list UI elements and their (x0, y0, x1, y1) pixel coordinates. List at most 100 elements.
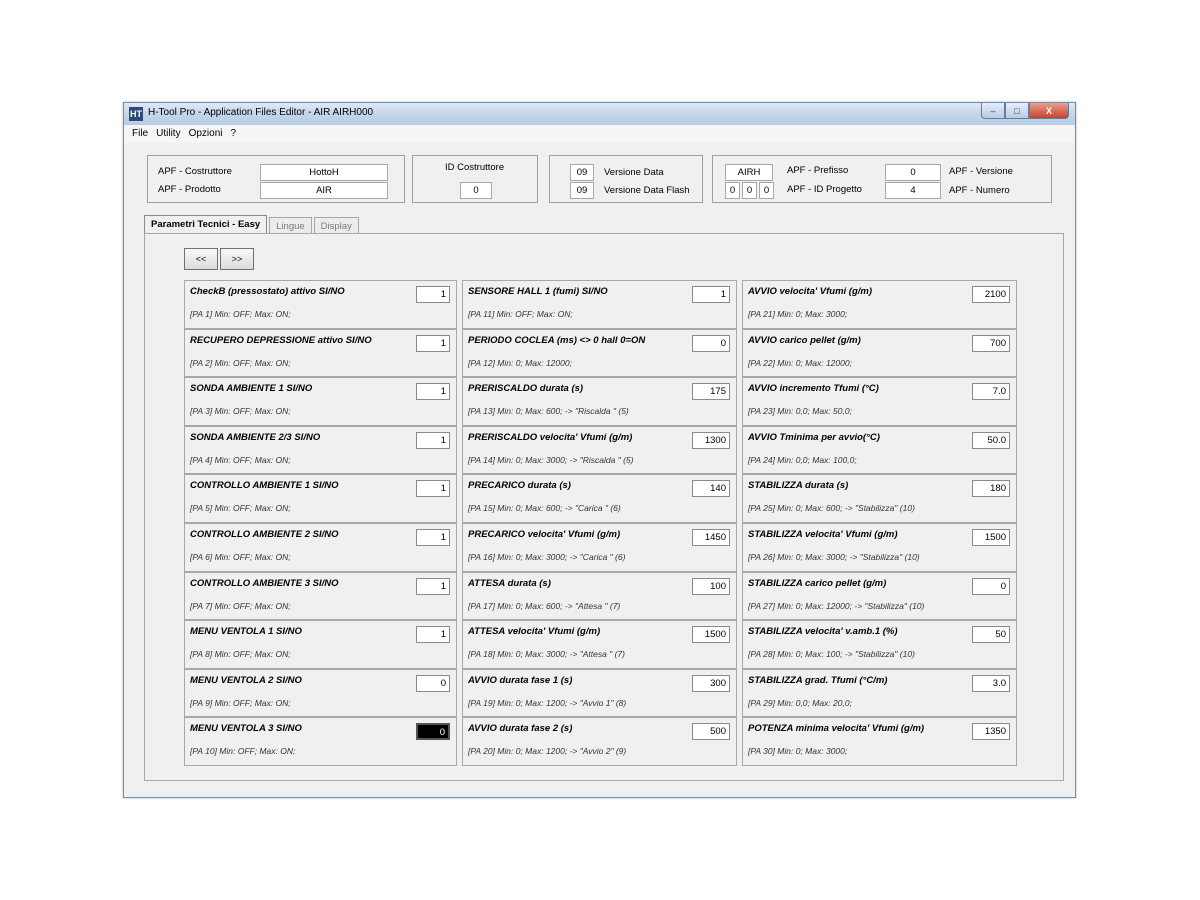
parameter-name: STABILIZZA durata (s) (748, 480, 849, 492)
parameter-value-input[interactable]: 0 (692, 334, 730, 352)
parameter-cell: CONTROLLO AMBIENTE 2 SI/NO [PA 6] Min: OF… (184, 522, 457, 572)
tab-parametri-tecnici-easy[interactable]: Parametri Tecnici - Easy (144, 215, 268, 235)
parameter-range: [PA 19] Min: 0; Max: 1200; -> "Avvio 1" … (468, 697, 627, 708)
parameter-value-input[interactable]: 1 (416, 383, 450, 401)
parameter-value-input[interactable]: 1500 (692, 626, 730, 644)
parameter-value-input[interactable]: 175 (692, 383, 730, 401)
parameter-name: ATTESA durata (s) (468, 577, 551, 589)
parameter-value-input[interactable]: 180 (972, 480, 1010, 498)
parameter-value-input[interactable]: 1 (416, 528, 450, 546)
parameter-range: [PA 28] Min: 0; Max: 100; -> "Stabilizza… (748, 649, 915, 660)
parameter-cell: CheckB (pressostato) attivo SI/NO [PA 1] … (184, 280, 457, 329)
parameter-name: ATTESA velocita' Vfumi (g/m) (468, 626, 601, 638)
parameter-cell: STABILIZZA carico pellet (g/m) [PA 27] Mi… (742, 571, 1017, 621)
window-controls: – □ X (981, 103, 1069, 120)
id-progetto-field-2[interactable]: 0 (742, 182, 757, 199)
parameter-value-input[interactable]: 0 (416, 723, 450, 741)
parameter-cell: SENSORE HALL 1 (fumi) SI/NO [PA 11] Min: … (462, 280, 737, 329)
parameter-name: PERIODO COCLEA (ms) <> 0 hall 0=ON (468, 334, 646, 346)
minimize-button[interactable]: – (981, 103, 1005, 119)
prodotto-field[interactable]: AIR (260, 182, 388, 199)
parameter-value-input[interactable]: 1 (692, 286, 730, 303)
parameter-cell: PERIODO COCLEA (ms) <> 0 hall 0=ON [PA 12… (462, 328, 737, 378)
menu-utility[interactable]: Utility (156, 125, 180, 143)
parameter-cell: ATTESA durata (s) [PA 17] Min: 0; Max: 60… (462, 571, 737, 621)
parameter-cell: POTENZA minima velocita' Vfumi (g/m) [PA … (742, 717, 1017, 766)
parameter-grid: CheckB (pressostato) attivo SI/NO [PA 1] … (184, 280, 1017, 766)
versione-field[interactable]: 0 (885, 164, 941, 181)
parameter-value-input[interactable]: 100 (692, 577, 730, 595)
parameter-value-input[interactable]: 50.0 (972, 431, 1010, 449)
versione-data-field[interactable]: 09 (570, 164, 594, 181)
tab-strip: Parametri Tecnici - Easy Lingue Display (144, 215, 361, 235)
parameter-value-input[interactable]: 300 (692, 674, 730, 692)
parameter-value-input[interactable]: 7.0 (972, 383, 1010, 401)
parameter-range: [PA 11] Min: OFF; Max: ON; (468, 309, 573, 319)
menu-file[interactable]: File (132, 125, 148, 143)
parameter-name: AVVIO durata fase 1 (s) (468, 674, 573, 686)
parameter-value-input[interactable]: 0 (416, 674, 450, 692)
costruttore-field[interactable]: HottoH (260, 164, 388, 181)
id-progetto-field-1[interactable]: 0 (725, 182, 740, 199)
versione-data-group: 09 Versione Data 09 Versione Data Flash (549, 155, 703, 203)
parameter-value-input[interactable]: 140 (692, 480, 730, 498)
close-button[interactable]: X (1029, 103, 1069, 119)
parameter-value-input[interactable]: 1 (416, 626, 450, 644)
tab-panel: << >> CheckB (pressostato) attivo SI/NO [… (144, 233, 1064, 781)
parameter-value-input[interactable]: 500 (692, 723, 730, 741)
versione-data-flash-label: Versione Data Flash (604, 185, 690, 196)
parameter-value-input[interactable]: 1 (416, 480, 450, 498)
versione-data-flash-field[interactable]: 09 (570, 182, 594, 199)
parameter-name: AVVIO velocita' Vfumi (g/m) (748, 286, 873, 297)
parameter-range: [PA 8] Min: OFF; Max: ON; (190, 649, 291, 660)
parameter-value-input[interactable]: 700 (972, 334, 1010, 352)
parameter-name: MENU VENTOLA 2 SI/NO (190, 674, 302, 686)
prev-page-button[interactable]: << (184, 248, 218, 270)
parameter-value-input[interactable]: 1350 (972, 723, 1010, 741)
parameter-value-input[interactable]: 0 (972, 577, 1010, 595)
parameter-value-input[interactable]: 3.0 (972, 674, 1010, 692)
parameter-range: [PA 18] Min: 0; Max: 3000; -> "Attesa " … (468, 649, 625, 660)
parameter-value-input[interactable]: 1 (416, 286, 450, 303)
parameter-cell: SONDA AMBIENTE 1 SI/NO [PA 3] Min: OFF; M… (184, 377, 457, 426)
parameter-value-input[interactable]: 1450 (692, 528, 730, 546)
menu-help[interactable]: ? (230, 125, 236, 143)
menu-opzioni[interactable]: Opzioni (189, 125, 223, 143)
parameter-name: MENU VENTOLA 1 SI/NO (190, 626, 302, 638)
parameter-value-input[interactable]: 1300 (692, 431, 730, 449)
parameter-cell: AVVIO incremento Tfumi (°C) [PA 23] Min: … (742, 377, 1017, 426)
numero-field[interactable]: 4 (885, 182, 941, 199)
maximize-button[interactable]: □ (1005, 103, 1029, 119)
parameter-value-input[interactable]: 1 (416, 577, 450, 595)
parameter-value-input[interactable]: 1 (416, 334, 450, 352)
parameter-cell: RECUPERO DEPRESSIONE attivo SI/NO [PA 2] … (184, 328, 457, 378)
parameter-cell: STABILIZZA velocita' v.amb.1 (%) [PA 28] … (742, 620, 1017, 669)
parameter-value-input[interactable]: 1 (416, 431, 450, 449)
parameter-cell: SONDA AMBIENTE 2/3 SI/NO [PA 4] Min: OFF;… (184, 425, 457, 475)
parameter-range: [PA 6] Min: OFF; Max: ON; (190, 551, 291, 562)
versione-data-label: Versione Data (604, 167, 664, 178)
parameter-name: STABILIZZA velocita' v.amb.1 (%) (748, 626, 898, 638)
parameter-name: PRERISCALDO durata (s) (468, 383, 584, 395)
prefisso-field[interactable]: AIRH (725, 164, 773, 181)
parameter-cell: AVVIO carico pellet (g/m) [PA 22] Min: 0;… (742, 328, 1017, 378)
parameter-value-input[interactable]: 2100 (972, 286, 1010, 303)
prefisso-label: APF - Prefisso (787, 165, 849, 176)
parameter-range: [PA 26] Min: 0; Max: 3000; -> "Stabilizz… (748, 551, 920, 562)
id-costruttore-field[interactable]: 0 (460, 182, 492, 199)
parameter-range: [PA 10] Min: OFF; Max: ON; (190, 746, 296, 757)
parameter-value-input[interactable]: 1500 (972, 528, 1010, 546)
parameter-name: CheckB (pressostato) attivo SI/NO (190, 286, 345, 297)
parameter-name: PRECARICO velocita' Vfumi (g/m) (468, 528, 621, 540)
id-progetto-field-3[interactable]: 0 (759, 182, 774, 199)
parameter-value-input[interactable]: 50 (972, 626, 1010, 644)
parameter-cell: STABILIZZA grad. Tfumi (°C/m) [PA 29] Min… (742, 668, 1017, 718)
next-page-button[interactable]: >> (220, 248, 254, 270)
parameter-range: [PA 7] Min: OFF; Max: ON; (190, 600, 291, 611)
app-icon: HT (129, 107, 143, 121)
parameter-range: [PA 15] Min: 0; Max: 600; -> "Carica " (… (468, 503, 621, 514)
title-bar[interactable]: HT H-Tool Pro - Application Files Editor… (124, 103, 1075, 125)
parameter-range: [PA 2] Min: OFF; Max: ON; (190, 357, 291, 368)
parameter-range: [PA 3] Min: OFF; Max: ON; (190, 406, 291, 417)
parameter-name: SONDA AMBIENTE 2/3 SI/NO (190, 431, 321, 443)
